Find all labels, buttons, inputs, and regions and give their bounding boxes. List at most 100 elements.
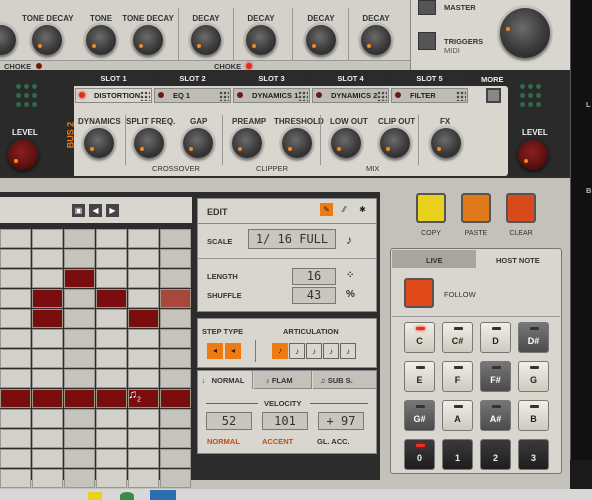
step-cell[interactable] (128, 349, 159, 368)
tab-slot-1[interactable]: SLOT 1 (75, 73, 152, 85)
taskbar-icon[interactable] (88, 492, 102, 500)
step-cell[interactable] (96, 409, 127, 428)
octave-key-2[interactable]: 2 (480, 439, 511, 470)
grip-icon[interactable] (377, 91, 387, 101)
step-cell[interactable] (96, 429, 127, 448)
pencil-icon[interactable]: ✎ (320, 203, 333, 216)
grip-icon[interactable] (298, 91, 308, 101)
articulation-3-icon[interactable]: ♪ (306, 343, 322, 359)
master-volume-knob[interactable] (500, 8, 550, 58)
dynamics-knob[interactable] (84, 128, 114, 158)
step-cell[interactable] (0, 269, 31, 288)
step-cell[interactable] (96, 329, 127, 348)
note-key-d-sharp[interactable]: D# (518, 322, 549, 353)
tone-knob[interactable] (86, 25, 116, 55)
step-cell[interactable] (32, 369, 63, 388)
prev-icon[interactable]: ◀ (89, 204, 102, 217)
step-cell[interactable] (32, 289, 63, 308)
tab-slot-2[interactable]: SLOT 2 (154, 73, 231, 85)
step-cell[interactable] (64, 349, 95, 368)
step-cell[interactable] (160, 369, 191, 388)
step-cell[interactable] (96, 389, 127, 408)
step-cell[interactable] (32, 469, 63, 488)
note-key-f-sharp[interactable]: F# (480, 361, 511, 392)
length-display[interactable]: 16 (292, 268, 336, 285)
level-knob[interactable] (8, 140, 38, 170)
decay-knob[interactable] (361, 25, 391, 55)
step-cell[interactable] (128, 469, 159, 488)
step-cell[interactable] (128, 249, 159, 268)
step-cell[interactable] (64, 289, 95, 308)
step-cell[interactable] (160, 469, 191, 488)
decay-knob[interactable] (306, 25, 336, 55)
step-cell[interactable] (64, 249, 95, 268)
step-cell[interactable] (128, 369, 159, 388)
step-cell[interactable] (64, 309, 95, 328)
normal-velocity-display[interactable]: 52 (206, 412, 252, 430)
clip-out-knob[interactable] (380, 128, 410, 158)
step-cell[interactable] (0, 229, 31, 248)
note-key-c[interactable]: C (404, 322, 435, 353)
step-cell[interactable] (0, 409, 31, 428)
step-cell[interactable] (160, 229, 191, 248)
note-key-e[interactable]: E (404, 361, 435, 392)
octave-key-1[interactable]: 1 (442, 439, 473, 470)
choke-led[interactable] (36, 63, 42, 69)
taskbar-icon[interactable] (120, 492, 134, 500)
octave-key-0[interactable]: 0 (404, 439, 435, 470)
note-key-b[interactable]: B (518, 400, 549, 431)
step-cell[interactable] (32, 229, 63, 248)
step-cell[interactable] (32, 249, 63, 268)
step-cell[interactable] (0, 429, 31, 448)
split-freq-knob[interactable] (134, 128, 164, 158)
step-cell[interactable] (160, 289, 191, 308)
grip-icon[interactable] (456, 91, 466, 101)
grip-icon[interactable] (140, 91, 150, 101)
step-cell[interactable] (0, 449, 31, 468)
decay-knob[interactable] (246, 25, 276, 55)
glide-accent-display[interactable]: + 97 (318, 412, 364, 430)
tone-decay-knob[interactable] (32, 25, 62, 55)
step-cell[interactable] (0, 389, 31, 408)
preamp-knob[interactable] (232, 128, 262, 158)
next-icon[interactable]: ▶ (106, 204, 119, 217)
master-button[interactable] (418, 0, 436, 15)
step-cell[interactable] (128, 229, 159, 248)
copy-button[interactable] (416, 193, 446, 223)
step-cell[interactable] (160, 389, 191, 408)
step-cell[interactable] (32, 429, 63, 448)
note-key-c-sharp[interactable]: C# (442, 322, 473, 353)
step-cell[interactable] (64, 369, 95, 388)
step-cell[interactable] (96, 229, 127, 248)
note-key-a-sharp[interactable]: A# (480, 400, 511, 431)
step-cell[interactable] (64, 449, 95, 468)
threshold-knob[interactable] (282, 128, 312, 158)
step-cell[interactable] (32, 409, 63, 428)
step-cell[interactable] (128, 289, 159, 308)
step-cell[interactable] (0, 329, 31, 348)
shuffle-display[interactable]: 43 (292, 287, 336, 304)
level-knob[interactable] (518, 140, 548, 170)
note-key-g[interactable]: G (518, 361, 549, 392)
step-cell[interactable] (128, 329, 159, 348)
step-cell[interactable] (128, 409, 159, 428)
step-cell[interactable] (0, 249, 31, 268)
step-cell[interactable] (128, 309, 159, 328)
scale-display[interactable]: 1/ 16 FULL (248, 229, 336, 249)
follow-button[interactable] (404, 278, 434, 308)
step-cell[interactable] (96, 469, 127, 488)
grip-icon[interactable] (219, 91, 229, 101)
taskbar-icon[interactable] (150, 490, 176, 500)
tone-decay-knob[interactable] (133, 25, 163, 55)
step-cell[interactable] (128, 269, 159, 288)
step-cell[interactable] (0, 309, 31, 328)
step-cell[interactable] (160, 249, 191, 268)
step-cell[interactable] (64, 229, 95, 248)
step-cell[interactable] (96, 309, 127, 328)
speaker-low-icon[interactable]: ◂ (207, 343, 223, 359)
note-key-f[interactable]: F (442, 361, 473, 392)
tab-slot-3[interactable]: SLOT 3 (233, 73, 310, 85)
step-cell[interactable] (160, 409, 191, 428)
step-cell[interactable] (64, 469, 95, 488)
step-cell[interactable] (128, 449, 159, 468)
